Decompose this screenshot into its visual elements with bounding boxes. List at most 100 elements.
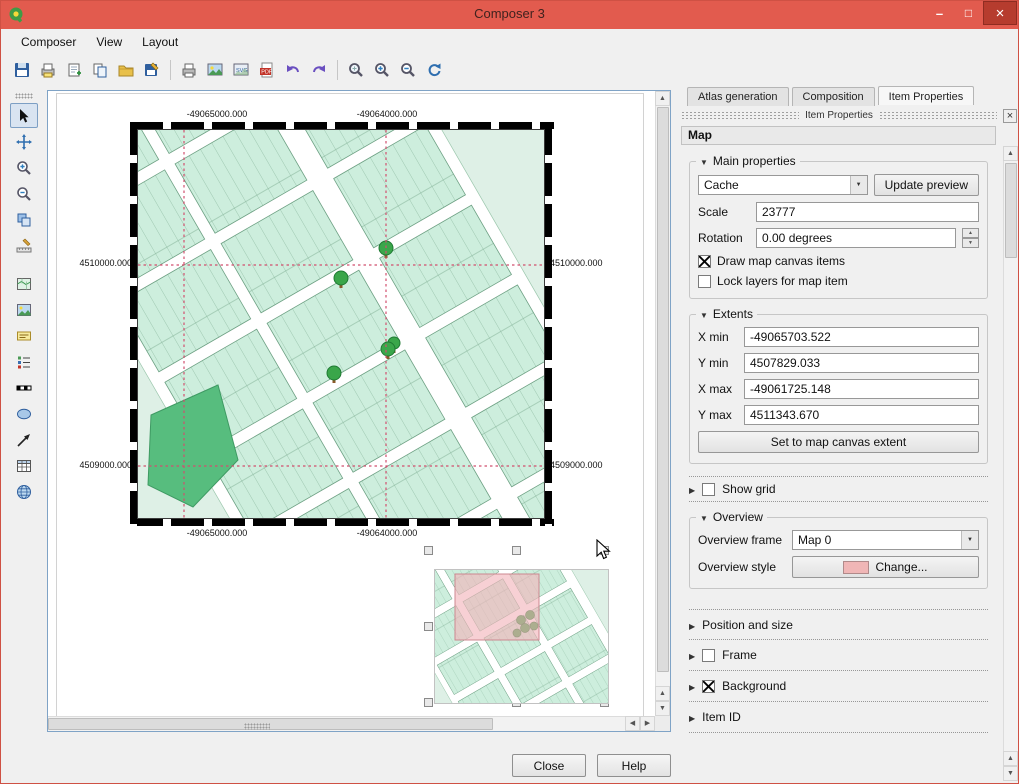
lock-layers-checkbox[interactable] — [698, 275, 711, 288]
dock-header[interactable]: Item Properties × — [681, 107, 1017, 124]
update-preview-button[interactable]: Update preview — [874, 174, 979, 196]
panel-vscrollbar[interactable] — [1003, 146, 1019, 781]
x-min-input[interactable]: -49065703.522 — [744, 327, 979, 347]
add-attribute-table-tool[interactable] — [10, 453, 38, 478]
zoom-out-tool[interactable] — [10, 181, 38, 206]
preview-mode-combo[interactable]: Cache — [698, 175, 868, 195]
overview-title[interactable]: Overview — [696, 510, 767, 524]
rotation-spinner[interactable] — [962, 228, 979, 248]
add-new-map-tool[interactable] — [10, 271, 38, 296]
selection-handle[interactable] — [424, 698, 433, 707]
dock-texture — [681, 111, 799, 120]
export-as-svg-button[interactable]: SVG — [228, 57, 254, 83]
grid-label-top-1: -49065000.000 — [171, 109, 263, 119]
canvas-vscrollbar[interactable] — [655, 91, 670, 716]
scroll-left-button[interactable] — [625, 716, 640, 731]
pan-tool[interactable] — [10, 129, 38, 154]
tab-composition[interactable]: Composition — [792, 87, 875, 106]
redo-button[interactable] — [306, 57, 332, 83]
scroll-up-button-2[interactable] — [655, 686, 670, 701]
panel-scroll-up-button[interactable] — [1003, 146, 1018, 161]
canvas-hscrollbar[interactable] — [48, 716, 655, 731]
redo-icon — [310, 61, 328, 79]
selection-handle[interactable] — [512, 546, 521, 555]
overview-style-change-button[interactable]: Change... — [792, 556, 979, 578]
panel-scroll-up-button-2[interactable] — [1003, 751, 1018, 766]
maximize-button[interactable] — [954, 1, 983, 25]
tab-item-properties[interactable]: Item Properties — [878, 86, 975, 105]
extents-title[interactable]: Extents — [696, 307, 757, 321]
print-button[interactable] — [176, 57, 202, 83]
frame-checkbox[interactable] — [702, 649, 715, 662]
show-grid-section[interactable]: Show grid — [689, 476, 988, 502]
add-scalebar-tool[interactable] — [10, 375, 38, 400]
add-arrow-tool[interactable] — [10, 427, 38, 452]
map-item[interactable] — [137, 129, 545, 519]
minimize-button[interactable] — [925, 1, 954, 25]
y-max-input[interactable]: 4511343.670 — [744, 405, 979, 425]
main-properties-title[interactable]: Main properties — [696, 154, 800, 168]
hscroll-thumb[interactable] — [48, 718, 493, 730]
composer-manager-button[interactable] — [35, 57, 61, 83]
load-from-template-button[interactable] — [113, 57, 139, 83]
refresh-view-button[interactable] — [421, 57, 447, 83]
export-as-pdf-button[interactable]: PDF — [254, 57, 280, 83]
show-grid-checkbox[interactable] — [702, 483, 715, 496]
vscroll-thumb[interactable] — [657, 107, 669, 672]
panel-scroll-down-button[interactable] — [1003, 766, 1018, 781]
titlebar[interactable]: Composer 3 — [1, 1, 1018, 29]
move-item-content-tool[interactable] — [10, 207, 38, 232]
add-legend-tool[interactable] — [10, 349, 38, 374]
toolbar-drag-handle[interactable] — [15, 93, 33, 99]
overview-map-item[interactable] — [434, 569, 609, 704]
dock-close-icon[interactable]: × — [1003, 109, 1017, 123]
new-composer-icon — [65, 61, 83, 79]
scroll-up-button[interactable] — [655, 91, 670, 106]
set-to-map-canvas-extent-button[interactable]: Set to map canvas extent — [698, 431, 979, 453]
background-checkbox[interactable] — [702, 680, 715, 693]
add-image-tool[interactable] — [10, 297, 38, 322]
tab-atlas-generation[interactable]: Atlas generation — [687, 87, 789, 106]
help-button[interactable]: Help — [597, 754, 671, 777]
menu-layout[interactable]: Layout — [132, 31, 188, 53]
panel-vscroll-thumb[interactable] — [1005, 163, 1017, 258]
select-move-item-tool[interactable] — [10, 103, 38, 128]
zoom-in-button[interactable] — [369, 57, 395, 83]
position-and-size-section[interactable]: Position and size — [689, 609, 988, 640]
undo-button[interactable] — [280, 57, 306, 83]
close-button[interactable] — [983, 1, 1017, 25]
export-as-image-button[interactable] — [202, 57, 228, 83]
composer-canvas[interactable]: -49065000.000 -49064000.000 -49065000.00… — [47, 90, 671, 732]
canvas-content[interactable]: -49065000.000 -49064000.000 -49065000.00… — [48, 91, 655, 716]
save-project-button[interactable] — [9, 57, 35, 83]
menu-composer[interactable]: Composer — [11, 31, 86, 53]
frame-section[interactable]: Frame — [689, 640, 988, 671]
edit-nodes-tool[interactable] — [10, 233, 38, 258]
zoom-in-tool[interactable] — [10, 155, 38, 180]
x-max-input[interactable]: -49061725.148 — [744, 379, 979, 399]
mouse-cursor — [596, 539, 612, 561]
overview-frame-combo[interactable]: Map 0 — [792, 530, 979, 550]
background-section[interactable]: Background — [689, 671, 988, 702]
y-min-input[interactable]: 4507829.033 — [744, 353, 979, 373]
scale-input[interactable]: 23777 — [756, 202, 979, 222]
zoom-full-button[interactable] — [343, 57, 369, 83]
duplicate-composer-button[interactable] — [87, 57, 113, 83]
zoom-out-button[interactable] — [395, 57, 421, 83]
new-composer-button[interactable] — [61, 57, 87, 83]
scroll-down-button[interactable] — [655, 701, 670, 716]
draw-map-canvas-items-checkbox[interactable] — [698, 255, 711, 268]
add-label-tool[interactable] — [10, 323, 38, 348]
rotation-input[interactable]: 0.00 degrees — [756, 228, 956, 248]
close-dialog-button[interactable]: Close — [512, 754, 586, 777]
item-id-section[interactable]: Item ID — [689, 702, 988, 733]
menu-view[interactable]: View — [86, 31, 132, 53]
zoom-full-icon — [347, 61, 365, 79]
scroll-right-button[interactable] — [640, 716, 655, 731]
svg-icon: SVG — [232, 61, 250, 79]
add-html-frame-tool[interactable] — [10, 479, 38, 504]
selection-handle[interactable] — [424, 622, 433, 631]
save-as-template-button[interactable] — [139, 57, 165, 83]
add-shape-tool[interactable] — [10, 401, 38, 426]
selection-handle[interactable] — [424, 546, 433, 555]
